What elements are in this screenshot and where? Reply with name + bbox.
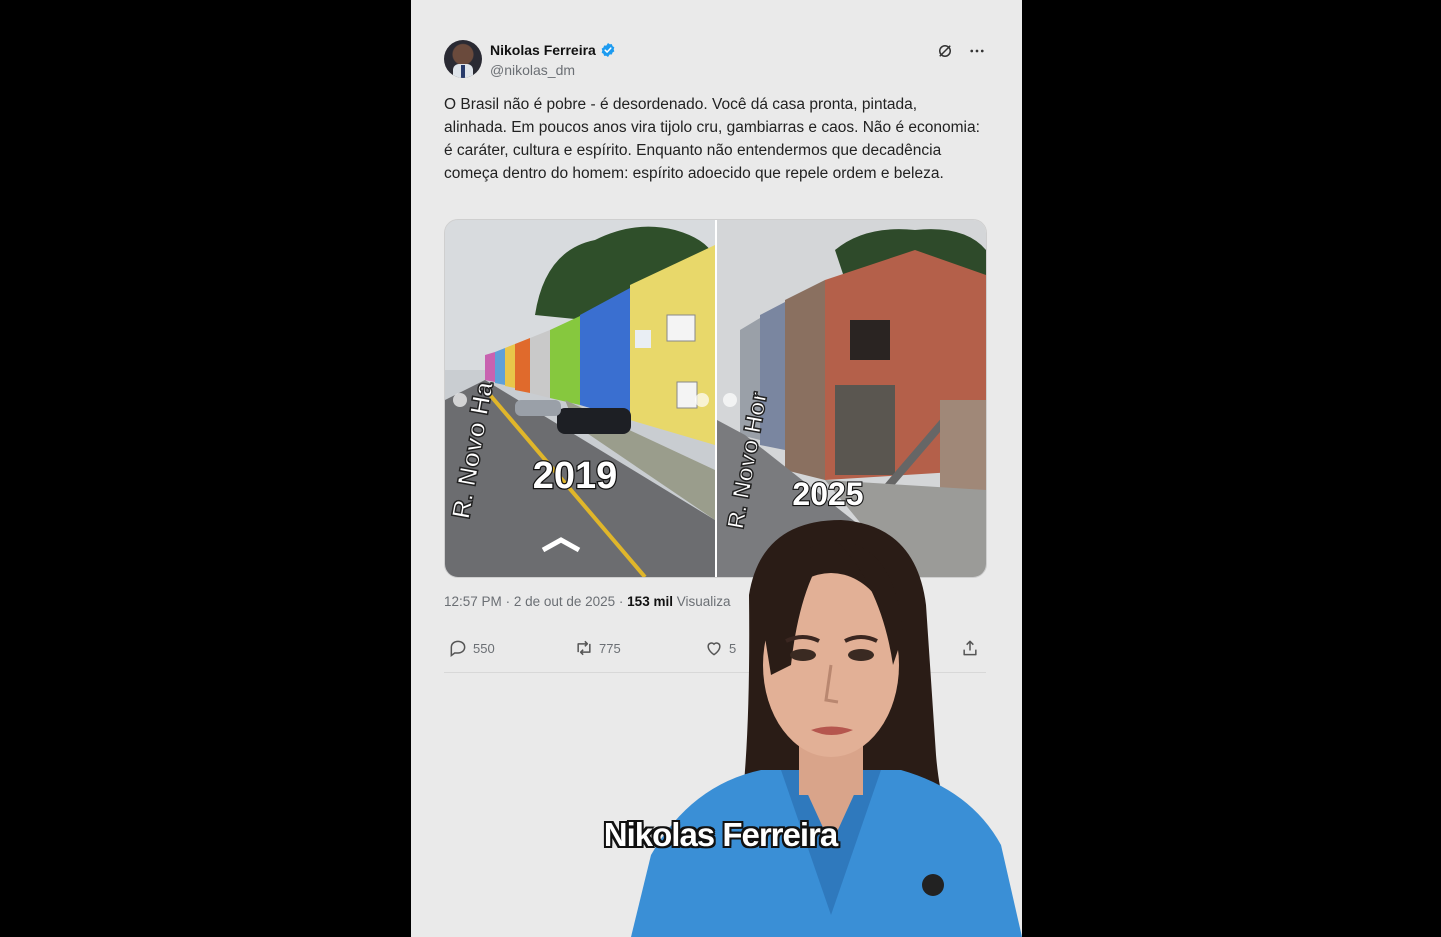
presenter-video-overlay	[631, 520, 1022, 937]
repost-icon	[577, 640, 591, 656]
photo-2019-year-label: 2019	[533, 455, 618, 497]
repost-count: 775	[599, 640, 621, 656]
more-icon[interactable]	[968, 42, 986, 60]
author-name[interactable]: Nikolas Ferreira	[490, 42, 596, 58]
author-handle[interactable]: @nikolas_dm	[490, 62, 575, 78]
grok-icon[interactable]	[936, 42, 954, 60]
verified-badge-icon	[601, 43, 615, 57]
tweet-text: O Brasil não é pobre - é desordenado. Vo…	[444, 96, 980, 182]
repost-button[interactable]: 775	[574, 638, 621, 658]
video-frame: Nikolas Ferreira @nikolas_dm O Brasil nã…	[411, 0, 1022, 937]
tweet-time[interactable]: 12:57 PM	[444, 594, 502, 609]
reply-button[interactable]: 550	[448, 638, 495, 658]
tweet-date[interactable]: 2 de out de 2025	[514, 594, 615, 609]
photo-2025-year-label: 2025	[792, 476, 863, 512]
author-name-row: Nikolas Ferreira	[490, 42, 616, 58]
video-caption: Nikolas Ferreira	[603, 816, 838, 853]
reply-icon	[450, 640, 466, 657]
reply-count: 550	[473, 640, 495, 656]
author-avatar[interactable]	[444, 40, 482, 78]
tweet-top-actions	[936, 42, 986, 60]
